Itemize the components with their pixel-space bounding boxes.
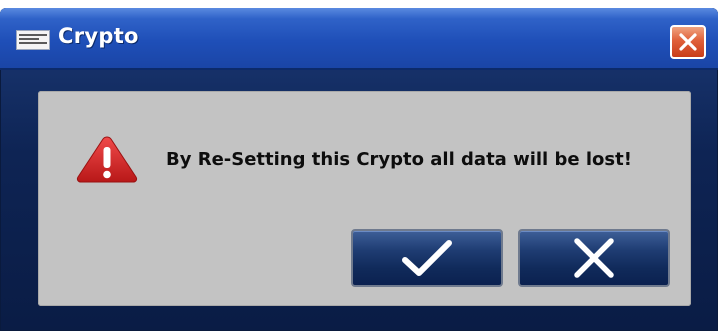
close-icon (679, 33, 697, 51)
app-icon (16, 30, 50, 50)
window-title: Crypto (58, 24, 139, 48)
confirm-button[interactable] (351, 229, 503, 287)
x-icon (574, 238, 614, 278)
warning-icon (76, 136, 138, 183)
checkmark-icon (402, 240, 452, 276)
close-button[interactable] (670, 25, 706, 59)
dialog-panel: By Re-Setting this Crypto all data will … (38, 91, 691, 306)
dialog-message: By Re-Setting this Crypto all data will … (166, 149, 632, 170)
dialog-window: Crypto By Re-Setting this Crypto all dat… (0, 8, 718, 331)
cancel-button[interactable] (518, 229, 670, 287)
title-bar: Crypto (0, 8, 718, 70)
